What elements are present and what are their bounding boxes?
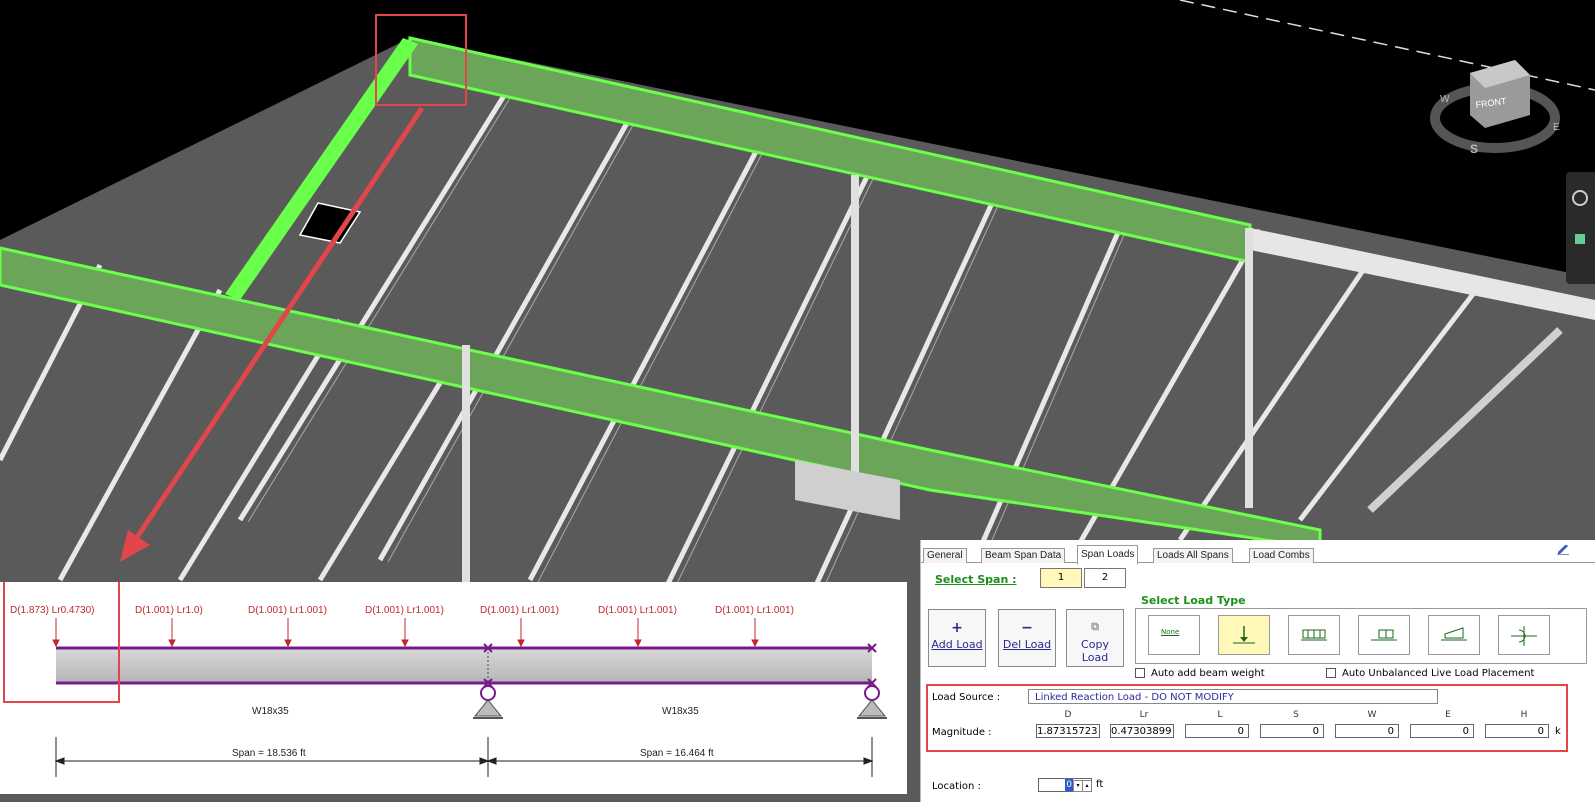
tab-loads-all-spans[interactable]: Loads All Spans [1153,548,1233,563]
del-load-button[interactable]: − Del Load [998,609,1056,667]
pencil-icon[interactable] [1557,544,1569,556]
pin-support [857,685,887,719]
tab-span-loads[interactable]: Span Loads [1077,545,1139,565]
column-header: D [1064,710,1072,720]
load-label: D(1.001) Lr1.0) [135,605,203,616]
column [462,345,470,585]
span-length-label: Span = 18.536 ft [232,748,306,759]
load-label: D(1.001) Lr1.001) [715,605,794,616]
compass-e: E [1553,122,1560,133]
select-span-label: Select Span : [935,573,1017,586]
magnitude-lr-field[interactable]: 0.47303899 [1110,724,1174,738]
point-load-icon [1233,626,1255,644]
span-dimensions [54,737,874,777]
load-label: D(1.001) Lr1.001) [480,605,559,616]
load-type-moment-button[interactable] [1498,615,1550,655]
copy-load-label: Copy Load [1081,638,1109,664]
column-header: H [1520,710,1528,720]
plus-icon: + [951,620,963,636]
moment-load-icon [1511,626,1537,646]
dashed-grid-line [1179,0,1595,91]
compass-s: S [1470,142,1478,156]
beam-size-label: W18x35 [662,706,699,717]
span-length-label: Span = 16.464 ft [640,748,714,759]
trapezoidal-load-icon [1441,627,1467,641]
viewcube[interactable]: FRONT W E S [1430,60,1560,156]
tab-general[interactable]: General [923,548,967,563]
del-load-label: Del Load [1002,638,1052,651]
beam-size-label: W18x35 [252,706,289,717]
load-source-field[interactable]: Linked Reaction Load - DO NOT MODIFY [1028,689,1438,704]
uniform-load-icon [1301,629,1327,641]
load-type-none-button[interactable]: None [1148,615,1200,655]
location-value[interactable]: 0 [1065,779,1073,791]
magnitude-l-field[interactable]: 0 [1185,724,1249,738]
magnitude-d-field[interactable]: 1.87315723 [1036,724,1100,738]
unit-label: k [1555,726,1561,737]
location-unit-label: ft [1096,779,1104,790]
auto-beam-weight-label: Auto add beam weight [1151,668,1265,679]
column-header: L [1217,710,1223,720]
minus-icon: − [1021,620,1033,636]
compass-w: W [1440,94,1450,105]
load-arrows [52,618,759,648]
location-label: Location : [932,781,981,792]
load-label: D(1.001) Lr1.001) [598,605,677,616]
load-type-partial-uniform-button[interactable] [1358,615,1410,655]
column-header: S [1293,710,1299,720]
add-load-button[interactable]: + Add Load [928,609,986,667]
copy-icon: ⧉ [1091,620,1099,633]
magnitude-s-field[interactable]: 0 [1260,724,1324,738]
magnitude-e-field[interactable]: 0 [1410,724,1474,738]
magnitude-h-field[interactable]: 0 [1485,724,1549,738]
load-label: D(1.873) Lr0.4730) [10,605,95,616]
load-type-trapezoidal-button[interactable] [1428,615,1480,655]
column-header: W [1367,710,1377,720]
auto-unbalanced-checkbox[interactable]: Auto Unbalanced Live Load Placement [1326,668,1534,679]
beam-body [56,648,872,683]
span-button-2[interactable]: 2 [1084,568,1126,588]
column-header: Lr [1139,710,1149,720]
span-button-1[interactable]: 1 [1040,568,1082,588]
model-icon[interactable] [1575,234,1585,244]
column [851,175,859,505]
load-type-point-button[interactable] [1218,615,1270,655]
magnitude-w-field[interactable]: 0 [1335,724,1399,738]
tab-load-combs[interactable]: Load Combs [1249,548,1314,563]
navigation-bar[interactable] [1566,172,1595,284]
pin-support [473,685,503,719]
auto-beam-weight-checkbox[interactable]: Auto add beam weight [1135,668,1265,679]
copy-load-button[interactable]: ⧉ Copy Load [1066,609,1124,667]
spin-up-icon[interactable]: ▴ [1082,780,1092,792]
load-label: D(1.001) Lr1.001) [365,605,444,616]
magnitude-label: Magnitude : [932,727,992,738]
partial-uniform-load-icon [1371,629,1397,641]
tab-strip: General Beam Span Data Span Loads Loads … [921,545,1595,565]
auto-unbalanced-label: Auto Unbalanced Live Load Placement [1342,668,1535,679]
load-source-label: Load Source : [932,692,1001,703]
tab-beam-span-data[interactable]: Beam Span Data [981,548,1066,563]
load-type-none-label: None [1161,628,1180,636]
beam-diagram: D(1.873) Lr0.4730) D(1.001) Lr1.0) D(1.0… [3,582,887,777]
load-type-group: None [1135,608,1587,664]
add-load-label: Add Load [931,638,983,651]
select-load-type-label: Select Load Type [1141,594,1246,607]
beam-diagram-panel: D(1.873) Lr0.4730) D(1.001) Lr1.0) D(1.0… [0,582,907,794]
location-spinner[interactable]: 0 ▾ ▴ [1038,778,1092,792]
load-type-uniform-button[interactable] [1288,615,1340,655]
column-header: E [1445,710,1451,720]
column [1245,228,1253,508]
load-label: D(1.001) Lr1.001) [248,605,327,616]
orbit-icon[interactable] [1572,190,1588,206]
